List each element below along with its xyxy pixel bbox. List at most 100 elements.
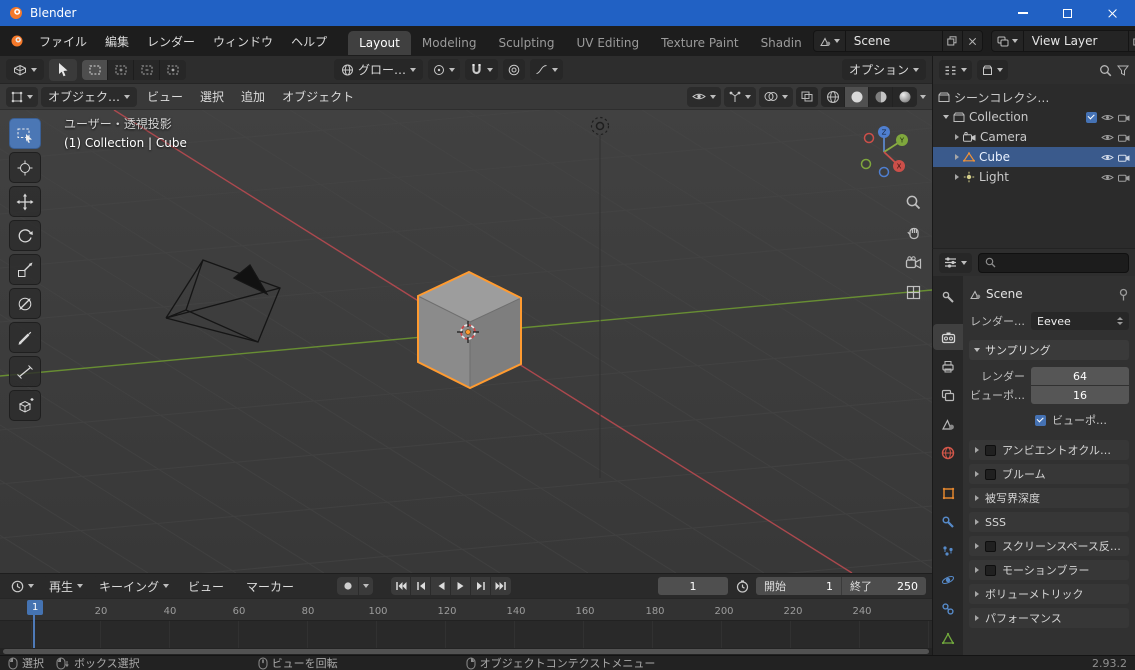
menu-help[interactable]: ヘルプ (282, 30, 336, 53)
properties-search-input[interactable] (978, 252, 1129, 273)
outliner-editor-selector[interactable] (939, 60, 972, 80)
panel-sss[interactable]: SSS (969, 512, 1129, 532)
properties-editor-selector[interactable] (939, 252, 972, 273)
close-button[interactable] (1090, 0, 1135, 26)
scrollbar-thumb[interactable] (3, 649, 929, 654)
outliner-row-scene-collection[interactable]: シーンコレクシ… (933, 87, 1135, 107)
view-layer-browse[interactable] (992, 31, 1024, 51)
pivot-point-dropdown[interactable] (428, 59, 461, 80)
view-layer-new-button[interactable] (1127, 31, 1135, 51)
timeline-tracks[interactable] (0, 620, 932, 648)
viewport-menu-add[interactable]: 追加 (234, 86, 272, 107)
tool-scale[interactable] (9, 254, 41, 285)
panel-depth-of-field[interactable]: 被写界深度 (969, 488, 1129, 508)
hide-toggle[interactable] (1101, 173, 1114, 182)
panel-motion-blur[interactable]: モーションブラー (969, 560, 1129, 580)
workspace-tab-sculpting[interactable]: Sculpting (487, 31, 565, 55)
use-preview-range-toggle[interactable] (732, 576, 752, 596)
outliner-row-cube[interactable]: Cube (933, 147, 1135, 167)
timeline-menu-marker[interactable]: マーカー (237, 575, 303, 598)
visibility-dropdown[interactable] (687, 86, 721, 107)
shading-options-dropdown[interactable] (920, 94, 926, 99)
timeline-menu-view[interactable]: ビュー (179, 575, 233, 598)
render-toggle[interactable] (1118, 133, 1130, 142)
outliner-filter-button[interactable] (1117, 65, 1129, 76)
ambient-occlusion-checkbox[interactable] (985, 444, 996, 456)
panel-ambient-occlusion[interactable]: アンビエントオクル… (969, 440, 1129, 460)
panel-volumetrics[interactable]: ボリューメトリック (969, 584, 1129, 604)
viewport-menu-select[interactable]: 選択 (193, 86, 231, 107)
sampling-panel-header[interactable]: サンプリング (969, 340, 1129, 360)
tool-measure[interactable] (9, 356, 41, 387)
tab-world[interactable] (933, 440, 963, 466)
minimize-button[interactable] (1000, 0, 1045, 26)
menu-edit[interactable]: 編集 (96, 30, 138, 53)
pin-button[interactable] (1118, 288, 1129, 301)
tool-add-cube[interactable] (9, 390, 41, 421)
render-toggle[interactable] (1118, 153, 1130, 162)
outliner-search-button[interactable] (1099, 64, 1112, 77)
gizmo-y-label[interactable]: Y (899, 137, 905, 145)
tab-physics[interactable] (933, 567, 963, 593)
options-dropdown[interactable]: オプション (841, 59, 926, 80)
scene-new-button[interactable] (941, 31, 962, 51)
outliner-row-light[interactable]: Light (933, 167, 1135, 187)
viewport-menu-view[interactable]: ビュー (140, 86, 190, 107)
gizmos-dropdown[interactable] (724, 86, 756, 107)
tab-modifiers[interactable] (933, 509, 963, 535)
toggle-view-button[interactable] (901, 280, 925, 304)
tool-cursor[interactable] (9, 152, 41, 183)
timeline-editor-selector[interactable] (6, 576, 39, 596)
collapse-icon[interactable] (955, 174, 959, 180)
timeline-scrollbar[interactable] (0, 648, 932, 655)
tool-rotate[interactable] (9, 220, 41, 251)
menu-render[interactable]: レンダー (138, 30, 204, 53)
bloom-checkbox[interactable] (985, 468, 996, 480)
menu-window[interactable]: ウィンドウ (204, 30, 282, 53)
gizmo-x-label[interactable]: X (897, 163, 902, 171)
keying-options-dropdown[interactable] (359, 577, 374, 595)
transform-orientation-dropdown[interactable]: グロー… (334, 59, 424, 80)
tab-render[interactable] (933, 324, 963, 350)
keying-dropdown[interactable]: キーイング (93, 576, 176, 596)
snap-toggle[interactable] (465, 59, 499, 80)
frame-end-field[interactable]: 終了 250 (841, 577, 926, 595)
shading-material[interactable] (869, 86, 893, 107)
scene-unlink-button[interactable] (961, 31, 982, 51)
viewport-denoise-checkbox[interactable] (1035, 414, 1046, 426)
shading-rendered[interactable] (893, 86, 917, 107)
view-layer-name[interactable]: View Layer (1024, 34, 1128, 48)
app-menu-button[interactable] (8, 34, 26, 48)
gizmo-z-label[interactable]: Z (882, 129, 887, 137)
tab-tool[interactable] (933, 284, 963, 310)
overlays-dropdown[interactable] (759, 86, 793, 107)
maximize-button[interactable] (1045, 0, 1090, 26)
navigation-gizmo[interactable]: Z Y X (856, 124, 912, 180)
hide-toggle[interactable] (1101, 113, 1114, 122)
menu-file[interactable]: ファイル (30, 30, 96, 53)
jump-to-end-button[interactable] (491, 577, 512, 595)
active-tool-button[interactable] (49, 58, 77, 81)
scene-name[interactable]: Scene (846, 34, 942, 48)
shading-wireframe[interactable] (821, 86, 845, 107)
prev-keyframe-button[interactable] (411, 577, 432, 595)
pan-button[interactable] (901, 220, 925, 244)
collapse-icon[interactable] (955, 134, 959, 140)
current-frame-marker[interactable]: 1 (27, 600, 44, 615)
editor-type-selector[interactable] (6, 59, 44, 80)
hide-toggle[interactable] (1101, 153, 1114, 162)
tab-particles[interactable] (933, 538, 963, 564)
select-mode-subtract[interactable] (134, 59, 160, 80)
tab-constraints[interactable] (933, 596, 963, 622)
tool-select-box[interactable] (9, 118, 41, 149)
tab-output[interactable] (933, 353, 963, 379)
outliner-row-collection[interactable]: Collection (933, 107, 1135, 127)
select-mode-invert[interactable] (160, 59, 186, 80)
workspace-tab-modeling[interactable]: Modeling (411, 31, 488, 55)
xray-toggle[interactable] (796, 86, 818, 107)
viewport-menu-object[interactable]: オブジェクト (275, 86, 361, 107)
playback-dropdown[interactable]: 再生 (43, 576, 90, 596)
ssr-checkbox[interactable] (985, 540, 996, 552)
panel-bloom[interactable]: ブルーム (969, 464, 1129, 484)
tool-transform[interactable] (9, 288, 41, 319)
